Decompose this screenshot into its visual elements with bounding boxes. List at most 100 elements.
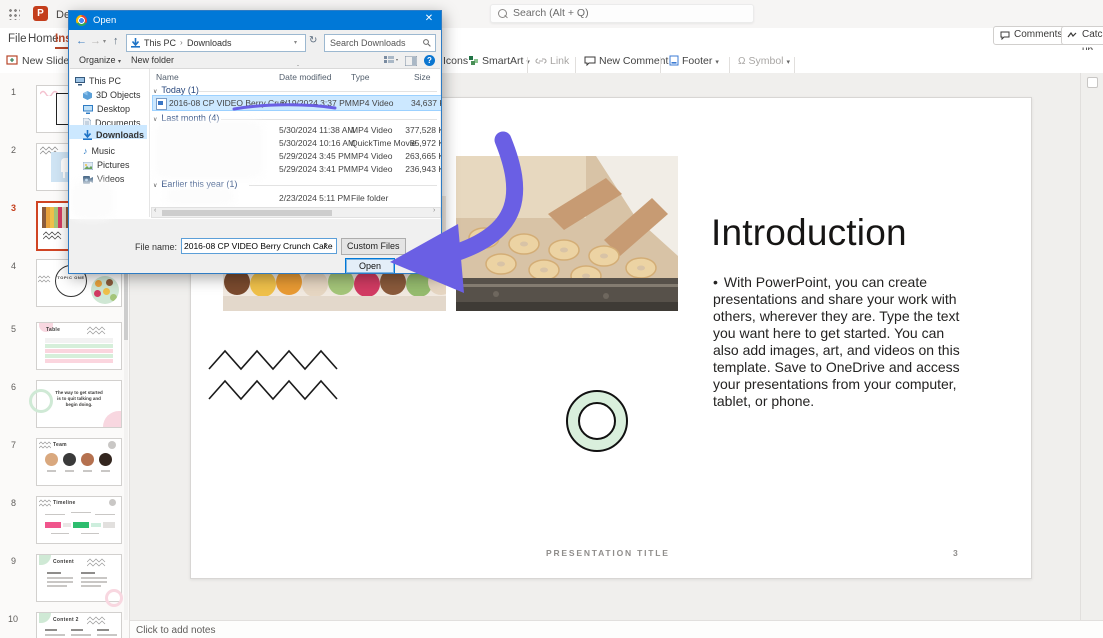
thumb-decoration	[109, 499, 116, 506]
file-type-dropdown[interactable]: Custom Files	[341, 238, 406, 255]
thumb-decoration	[45, 634, 65, 636]
slide-body-text[interactable]: With PowerPoint, you can create presenta…	[713, 274, 969, 410]
file-row-selected[interactable]: 2016-08 CP VIDEO Berry Crunch Cake 6/19/…	[152, 95, 442, 111]
forward-arrow-icon[interactable]: →	[90, 35, 101, 47]
file-name-input[interactable]	[181, 238, 337, 254]
thumb-decoration	[39, 441, 51, 449]
thumb-timeline-bar	[45, 522, 61, 528]
thumb-team-label: Team	[53, 442, 67, 448]
redacted-file-names	[155, 121, 263, 179]
list-hscrollbar-thumb[interactable]	[162, 210, 332, 216]
file-type: MP4 Video	[351, 125, 392, 135]
thumb-number-4: 4	[11, 261, 25, 271]
dialog-search-box[interactable]: Search Downloads	[324, 34, 436, 52]
slide-thumbnail-7[interactable]: Team	[36, 438, 122, 486]
preview-pane-icon[interactable]	[405, 56, 417, 66]
new-slide-button[interactable]: New Slide▾	[6, 55, 76, 67]
slide-footer-title[interactable]: PRESENTATION TITLE	[546, 548, 670, 558]
thumb-table-label: Table	[46, 327, 60, 333]
ribbon-separator	[794, 57, 795, 73]
column-header-date[interactable]: Date modified	[279, 72, 331, 82]
breadcrumb-root[interactable]: This PC	[144, 38, 176, 48]
thumb-decoration	[97, 629, 109, 631]
ribbon-separator	[729, 57, 730, 73]
file-size: 236,943 K	[404, 164, 442, 174]
thumb-decoration	[39, 555, 51, 565]
history-chevron-icon[interactable]: ▾	[103, 38, 106, 45]
thumb-number-8: 8	[11, 498, 25, 508]
thumb-decoration	[71, 634, 91, 636]
organize-button[interactable]: Organize ▾	[79, 55, 121, 65]
slide-thumbnail-6[interactable]: The way to get started is to quit talkin…	[36, 380, 122, 428]
app-search-box[interactable]: Search (Alt + Q)	[490, 4, 754, 23]
app-launcher-waffle-icon[interactable]	[8, 8, 20, 20]
refresh-icon[interactable]: ↻	[309, 35, 317, 46]
sort-ascending-icon: ˆ	[297, 66, 299, 72]
link-button[interactable]: Link	[535, 55, 569, 67]
donut-shape[interactable]	[565, 389, 629, 453]
back-arrow-icon[interactable]: ←	[76, 35, 87, 47]
dialog-title: Open	[93, 15, 116, 26]
new-comment-label: New Comment	[599, 55, 668, 67]
scroll-right-icon[interactable]: ›	[433, 207, 435, 214]
zigzag-shape[interactable]	[207, 347, 339, 403]
thumb-decoration	[81, 581, 107, 583]
close-icon[interactable]: ✕	[421, 13, 437, 27]
thumb-decoration	[43, 231, 63, 241]
tab-file[interactable]: File	[8, 33, 27, 45]
search-icon	[498, 9, 507, 18]
thumb-decoration	[47, 577, 73, 579]
powerpoint-logo-icon[interactable]	[33, 6, 48, 21]
thumb-number-2: 2	[11, 145, 25, 155]
scroll-left-icon[interactable]: ‹	[154, 207, 156, 214]
slide-page-number[interactable]: 3	[953, 548, 958, 558]
thumb-mini-table	[45, 338, 113, 362]
symbol-button[interactable]: ΩSymbol▾	[738, 55, 790, 67]
thumb-decoration	[81, 577, 107, 579]
chevron-down-icon: ▾	[118, 59, 121, 65]
open-button[interactable]: Open	[345, 258, 395, 274]
group-rule	[221, 119, 437, 120]
column-header-size[interactable]: Size	[414, 72, 431, 82]
address-chevron-icon[interactable]: ▾	[294, 39, 297, 46]
file-date: 5/29/2024 3:45 PM	[279, 151, 351, 161]
thumb-decoration	[47, 585, 67, 587]
up-arrow-icon[interactable]: ↑	[113, 35, 119, 47]
footer-label: Footer	[682, 55, 712, 67]
footer-button[interactable]: Footer▾	[669, 55, 719, 67]
help-icon[interactable]	[424, 55, 435, 66]
slide-thumbnail-5[interactable]: Table	[36, 322, 122, 370]
group-label-today[interactable]: Today (1)	[153, 85, 199, 95]
column-header-name[interactable]: Name	[156, 72, 179, 82]
slide-title[interactable]: Introduction	[711, 212, 907, 254]
address-bar[interactable]: This PC › Downloads ▾	[126, 34, 306, 52]
sidebar-item-downloads-selected[interactable]: Downloads	[69, 125, 147, 139]
new-comment-button[interactable]: New Comment	[584, 55, 668, 67]
thumb-decoration	[108, 441, 116, 449]
smartart-button[interactable]: SmartArt▾	[468, 55, 530, 67]
chevron-down-icon: ▾	[715, 59, 719, 66]
view-mode-icon[interactable]	[384, 56, 398, 66]
slide-thumbnail-10[interactable]: Content 2	[36, 612, 122, 638]
column-header-type[interactable]: Type	[351, 72, 369, 82]
list-hscrollbar-track[interactable]: ‹ ›	[151, 207, 441, 218]
thumb-decoration	[87, 326, 107, 336]
thumb-timeline-bar	[91, 523, 101, 527]
collapse-rail-icon[interactable]	[1087, 77, 1098, 88]
icons-button[interactable]: Icons	[443, 55, 468, 67]
notes-bar[interactable]: Click to add notes	[130, 620, 1103, 638]
breadcrumb-current[interactable]: Downloads	[187, 38, 232, 48]
slide-thumbnail-9[interactable]: Content	[36, 554, 122, 602]
thumb-number-3: 3	[11, 203, 25, 213]
smartart-label: SmartArt	[482, 55, 523, 67]
catch-up-button[interactable]: Catch up	[1061, 26, 1103, 45]
thumb-decoration	[81, 533, 99, 534]
comments-button[interactable]: Comments	[993, 26, 1070, 45]
file-date: 5/29/2024 3:41 PM	[279, 164, 351, 174]
new-folder-button[interactable]: New folder	[131, 55, 174, 65]
dialog-title-bar[interactable]: Open ✕	[69, 11, 441, 30]
slide-thumbnail-8[interactable]: Timeline	[36, 496, 122, 544]
thumb-content2-label: Content 2	[53, 617, 79, 623]
app-search-placeholder: Search (Alt + Q)	[513, 7, 589, 19]
bakery-image[interactable]	[456, 156, 678, 311]
